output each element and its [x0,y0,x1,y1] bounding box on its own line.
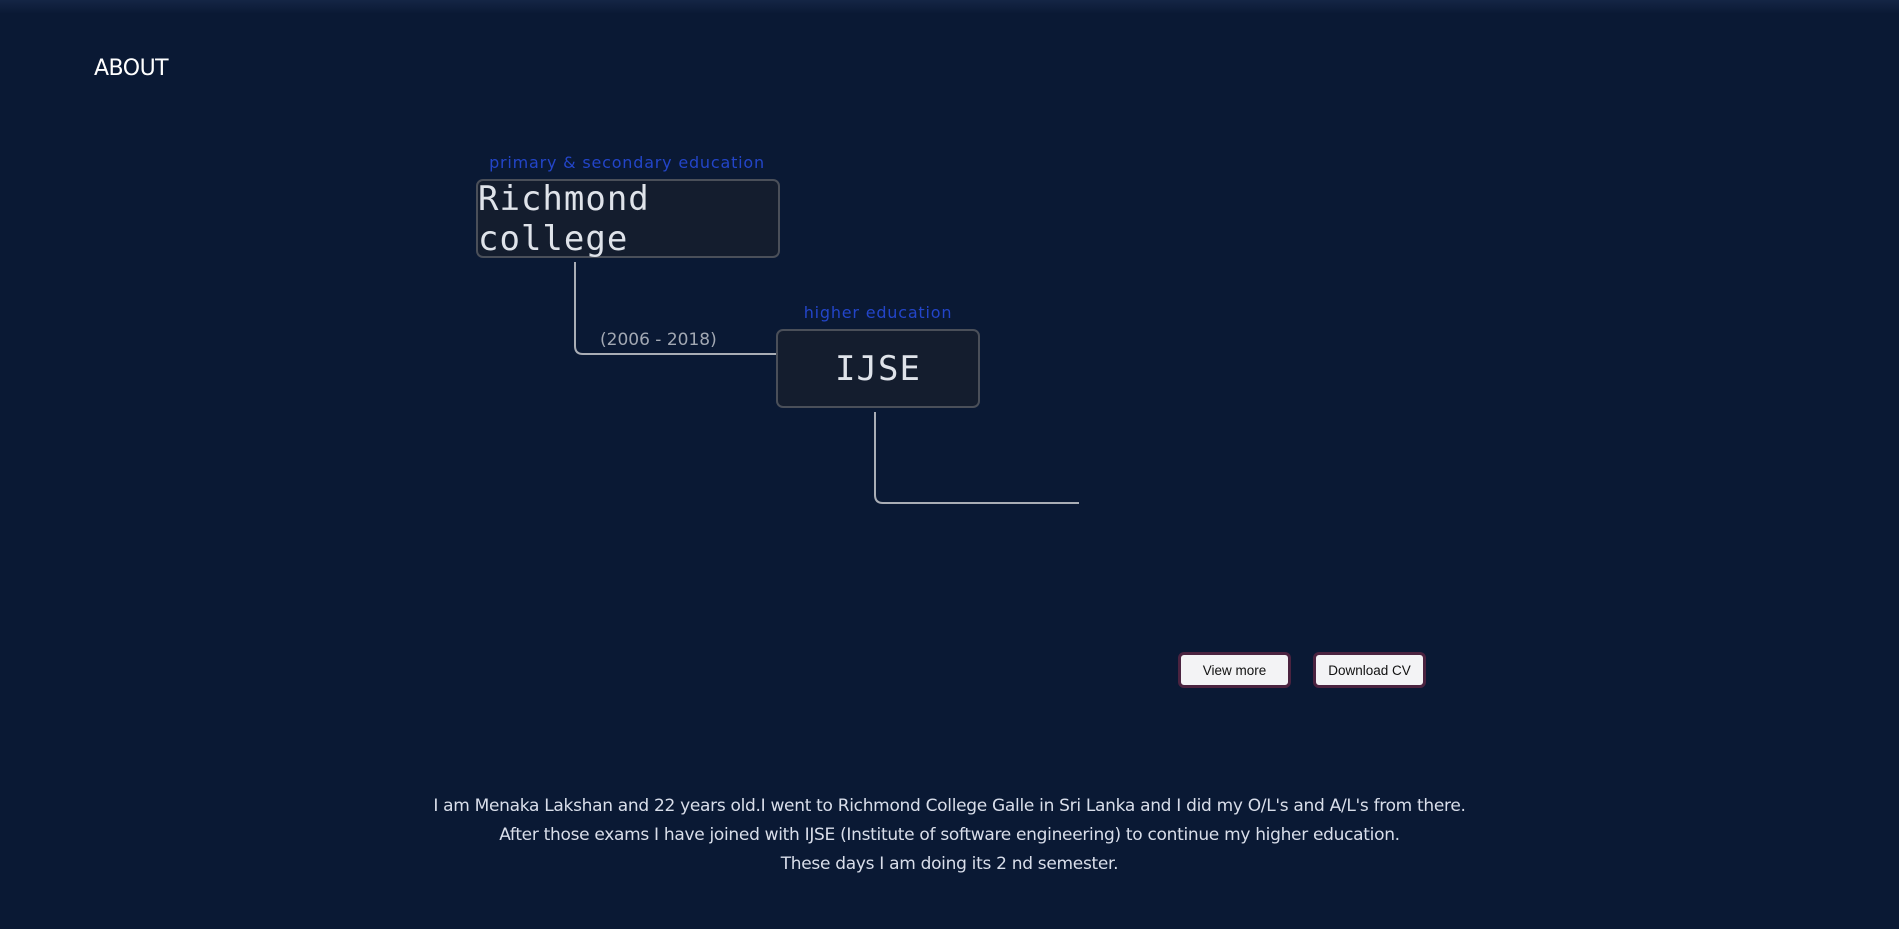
connector-line-2 [874,412,1079,504]
node-caption-ijse: higher education [803,303,953,322]
bio-line: These days I am doing its 2 nd semester. [780,854,1119,874]
view-more-button[interactable]: View more [1178,652,1291,688]
education-timeline: primary & secondary education Richmond c… [0,0,1899,929]
timeline-node-ijse: IJSE [776,329,980,408]
bio-line: I am Menaka Lakshan and 22 years old.I w… [433,796,1466,816]
bio-paragraph: I am Menaka Lakshan and 22 years old.I w… [0,792,1899,879]
connector-label-years: (2006 - 2018) [600,330,717,350]
node-caption-richmond: primary & secondary education [489,153,765,172]
download-cv-button[interactable]: Download CV [1313,652,1426,688]
timeline-connectors [574,262,1079,504]
timeline-node-richmond: Richmond college [476,179,780,259]
bio-line: After those exams I have joined with IJS… [499,825,1400,845]
